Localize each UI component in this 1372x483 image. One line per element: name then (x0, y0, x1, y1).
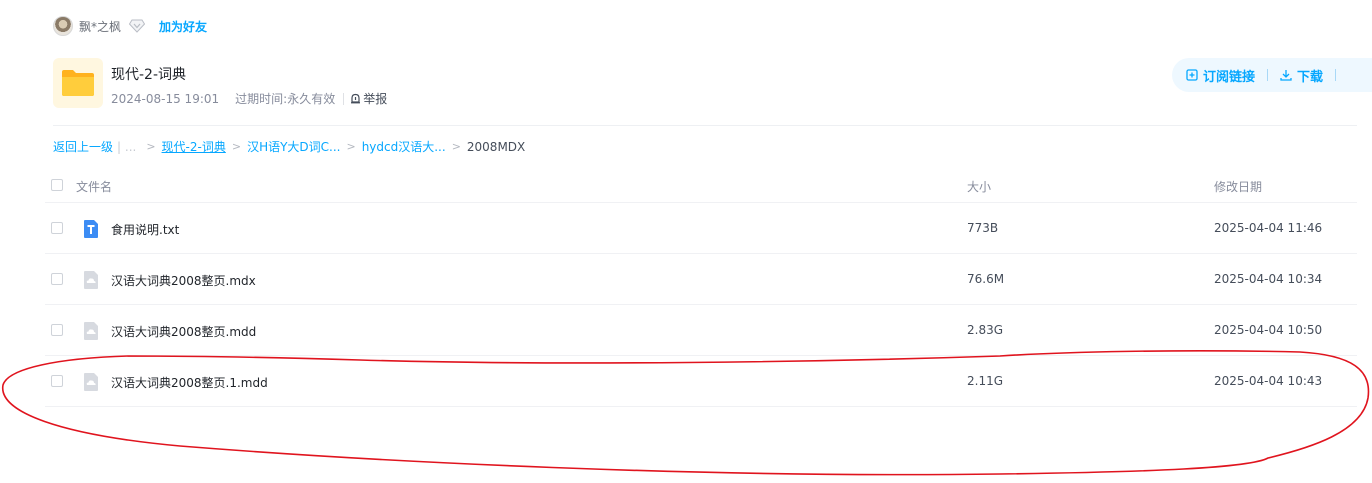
add-friend-link[interactable]: 加为好友 (159, 18, 207, 35)
header-divider (53, 125, 1357, 126)
table-header: 文件名 大小 修改日期 (45, 168, 1357, 203)
header-modified[interactable]: 修改日期 (1214, 178, 1262, 195)
alarm-icon (351, 93, 361, 104)
report-button[interactable]: 举报 (350, 90, 387, 107)
breadcrumb: 返回上一级 | ... > 现代-2-词典 > 汉H语Y大D词C... > hy… (53, 138, 525, 155)
file-name[interactable]: 汉语大词典2008整页.mdx (111, 272, 256, 289)
chevron-right-icon: > (146, 140, 156, 153)
file-size: 773B (967, 221, 999, 235)
file-name[interactable]: 汉语大词典2008整页.1.mdd (111, 374, 268, 391)
chevron-right-icon: > (231, 140, 242, 153)
row-checkbox[interactable] (51, 222, 63, 234)
subscribe-link-button[interactable]: 订阅链接 (1186, 66, 1255, 85)
expire-value: 永久有效 (287, 92, 336, 106)
share-folder-icon (53, 58, 103, 108)
file-modified: 2025-04-04 11:46 (1214, 221, 1323, 235)
sharer-info: 飘*之枫 加为好友 (53, 15, 207, 37)
file-name[interactable]: 食用说明.txt (111, 221, 179, 238)
subscribe-icon (1186, 69, 1198, 81)
file-size: 76.6M (967, 272, 1005, 286)
file-size: 2.11G (967, 374, 1004, 388)
share-title: 现代-2-词典 (111, 67, 187, 83)
report-label: 举报 (363, 92, 388, 106)
file-table: 文件名 大小 修改日期 食用说明.txt 773B 2025-04-04 11:… (45, 168, 1357, 407)
generic-file-icon (84, 322, 98, 340)
file-size: 2.83G (967, 323, 1004, 337)
breadcrumb-ellipsis: | ... (117, 139, 137, 154)
file-modified: 2025-04-04 10:43 (1214, 374, 1323, 388)
generic-file-icon (84, 271, 98, 289)
file-modified: 2025-04-04 10:50 (1214, 323, 1323, 337)
sharer-name: 飘*之枫 (79, 19, 122, 34)
file-modified: 2025-04-04 10:34 (1214, 272, 1323, 286)
generic-file-icon (84, 373, 98, 391)
file-name[interactable]: 汉语大词典2008整页.mdd (111, 323, 256, 340)
breadcrumb-item[interactable]: 汉H语Y大D词C... (247, 138, 340, 155)
back-link[interactable]: 返回上一级 (53, 138, 113, 155)
table-row[interactable]: 汉语大词典2008整页.1.mdd 2.11G 2025-04-04 10:43 (45, 356, 1357, 407)
share-actions: 订阅链接 下载 (1172, 58, 1372, 92)
vip-diamond-icon (129, 19, 146, 33)
txt-file-icon (84, 220, 98, 238)
header-size[interactable]: 大小 (967, 178, 991, 195)
share-page: 飘*之枫 加为好友 现代-2-词典 2024-08-15 19:01 过期时间:… (0, 0, 1372, 483)
download-label: 下载 (1297, 69, 1324, 85)
row-checkbox[interactable] (51, 375, 63, 387)
expire-label: 过期时间: (235, 92, 288, 106)
avatar[interactable] (53, 16, 73, 36)
table-row[interactable]: 汉语大词典2008整页.mdx 76.6M 2025-04-04 10:34 (45, 254, 1357, 305)
select-all-checkbox[interactable] (51, 179, 63, 191)
header-filename[interactable]: 文件名 (76, 178, 112, 195)
share-meta: 2024-08-15 19:01 过期时间: 永久有效 举报 (111, 90, 387, 107)
chevron-right-icon: > (346, 140, 356, 153)
breadcrumb-item[interactable]: 现代-2-词典 (162, 138, 226, 155)
subscribe-label: 订阅链接 (1203, 69, 1256, 85)
breadcrumb-item[interactable]: hydcd汉语大... (362, 138, 446, 155)
chevron-right-icon: > (451, 140, 461, 153)
table-row[interactable]: 汉语大词典2008整页.mdd 2.83G 2025-04-04 10:50 (45, 305, 1357, 356)
breadcrumb-current: 2008MDX (466, 139, 526, 154)
share-created-time: 2024-08-15 19:01 (111, 91, 220, 106)
download-button[interactable]: 下载 (1280, 66, 1323, 85)
row-checkbox[interactable] (51, 273, 63, 285)
download-icon (1280, 70, 1292, 81)
table-row[interactable]: 食用说明.txt 773B 2025-04-04 11:46 (45, 203, 1357, 254)
row-checkbox[interactable] (51, 324, 63, 336)
